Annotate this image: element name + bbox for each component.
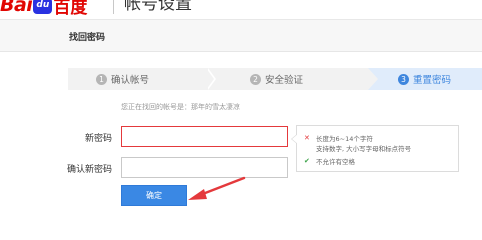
confirm-password-label: 确认新密码: [66, 165, 112, 175]
baidu-logo[interactable]: Bai du 百度: [0, 0, 88, 18]
annotation-arrow-icon: [188, 176, 246, 200]
step-active-arrow: [368, 68, 378, 90]
new-password-label: 新密码: [84, 134, 112, 144]
rule-charset: 支持数字, 大小写字母和标点符号: [316, 143, 411, 153]
new-password-field[interactable]: [121, 126, 288, 147]
section-bar: 找回密码: [0, 19, 482, 52]
section-title: 找回密码: [69, 33, 106, 43]
progress-steps: 1 确认帐号 2 安全验证 3 重置密码: [68, 68, 482, 90]
step-number-3: 3: [398, 73, 409, 85]
check-icon: ✔: [304, 157, 310, 165]
rule-charset-text: 支持数字, 大小写字母和标点符号: [316, 145, 412, 153]
step-reset-password: 3 重置密码: [398, 68, 451, 90]
step-separator-chevron-inner: [206, 68, 214, 90]
paw-icon: du: [33, 0, 53, 14]
step-label-1: 确认帐号: [111, 75, 150, 86]
cross-icon: ✕: [304, 134, 310, 142]
step-label-2: 安全验证: [265, 75, 304, 86]
rule-length-text: 长度为6~14个字符: [316, 135, 373, 143]
step-number-1: 1: [96, 73, 107, 85]
logo-text-baidu: 百度: [53, 0, 88, 18]
account-hint: 您正在找回的帐号是：那年的雪太凄凉: [121, 103, 240, 111]
logo-text-bai: Bai: [0, 0, 33, 16]
confirm-button[interactable]: 确定: [121, 185, 187, 206]
step-security-verify: 2 安全验证: [250, 68, 303, 90]
header-divider: [113, 0, 114, 14]
rule-no-space-text: 不允许有空格: [316, 158, 355, 166]
rule-length: ✕ 长度为6~14个字符: [304, 133, 373, 143]
step-number-2: 2: [250, 73, 261, 85]
step-label-3: 重置密码: [413, 75, 452, 86]
header: Bai du 百度 帐号设置: [0, 0, 482, 18]
step-confirm-account: 1 确认帐号: [96, 68, 149, 90]
page-title: 帐号设置: [124, 0, 192, 14]
password-rules-tooltip: ✕ 长度为6~14个字符 支持数字, 大小写字母和标点符号 ✔ 不允许有空格: [291, 125, 459, 172]
rule-no-space: ✔ 不允许有空格: [304, 156, 355, 166]
